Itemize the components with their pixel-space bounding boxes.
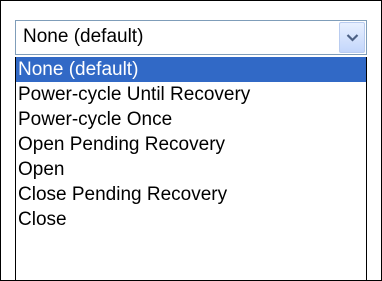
option-open-pending-recovery[interactable]: Open Pending Recovery	[16, 132, 366, 157]
chevron-down-icon	[346, 34, 359, 42]
option-close-pending-recovery[interactable]: Close Pending Recovery	[16, 182, 366, 207]
recovery-action-select[interactable]: None (default)	[15, 20, 367, 55]
dropdown-button[interactable]	[339, 22, 365, 53]
option-power-cycle-until-recovery[interactable]: Power-cycle Until Recovery	[16, 82, 366, 107]
option-open[interactable]: Open	[16, 157, 366, 182]
option-power-cycle-once[interactable]: Power-cycle Once	[16, 107, 366, 132]
option-close[interactable]: Close	[16, 207, 366, 232]
option-none-default[interactable]: None (default)	[16, 57, 366, 82]
dropdown-options-list: None (default) Power-cycle Until Recover…	[15, 57, 367, 280]
select-current-value: None (default)	[23, 26, 144, 47]
screenshot-frame: None (default) None (default) Power-cycl…	[0, 0, 382, 281]
